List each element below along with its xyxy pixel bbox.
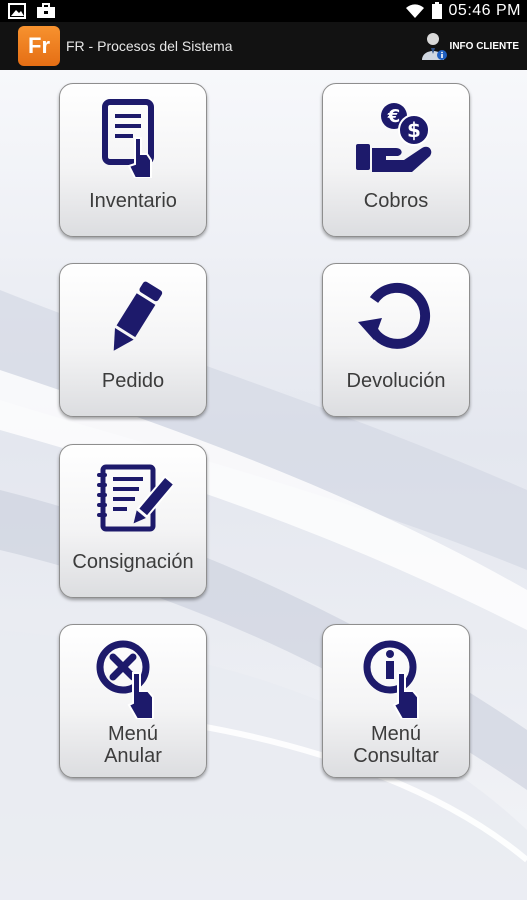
gallery-icon <box>8 3 26 19</box>
wifi-icon <box>405 4 424 18</box>
action-bar: Fr FR - Procesos del Sistema INFO CLIENT… <box>0 22 527 70</box>
cobros-button[interactable]: € $ Cobros <box>322 83 470 237</box>
app-title: FR - Procesos del Sistema <box>66 38 233 54</box>
notepad-pen-icon <box>97 464 173 532</box>
status-bar: 05:46 PM <box>0 0 527 22</box>
status-time: 05:46 PM <box>448 2 521 19</box>
inventario-button[interactable]: Inventario <box>59 83 207 237</box>
cobros-label: Cobros <box>363 190 429 212</box>
menu-anular-button[interactable]: Menú Anular <box>59 624 207 778</box>
menu-consultar-label: Menú Consultar <box>323 723 469 767</box>
inventario-label: Inventario <box>89 190 177 212</box>
menu-anular-label-line1: Menú <box>107 723 159 745</box>
pedido-label: Pedido <box>101 370 165 392</box>
return-arrow-icon <box>358 282 431 349</box>
menu-consultar-label-line1: Menú <box>370 723 422 745</box>
menu-consultar-button[interactable]: Menú Consultar <box>322 624 470 778</box>
menu-anular-label: Menú Anular <box>60 723 206 767</box>
user-info-icon <box>421 33 447 60</box>
consignacion-button[interactable]: Consignación <box>59 444 207 598</box>
menu-consultar-label-line2: Consultar <box>353 745 439 767</box>
svg-text:$: $ <box>407 118 421 142</box>
info-cliente-button[interactable]: INFO CLIENTE <box>420 30 519 62</box>
svg-text:€: € <box>387 106 401 127</box>
info-cliente-label: INFO CLIENTE <box>449 40 519 52</box>
devolucion-button[interactable]: Devolución <box>322 263 470 417</box>
pencil-icon <box>113 281 163 351</box>
money-hand-icon: € $ <box>356 103 432 172</box>
app-logo: Fr <box>18 26 60 66</box>
briefcase-icon <box>37 3 55 18</box>
devolucion-label: Devolución <box>346 370 446 392</box>
cancel-touch-icon <box>96 640 154 719</box>
battery-icon <box>431 2 442 19</box>
menu-anular-label-line2: Anular <box>104 745 162 767</box>
tablet-touch-icon <box>102 99 154 178</box>
consignacion-label: Consignación <box>72 551 194 573</box>
pedido-button[interactable]: Pedido <box>59 263 207 417</box>
info-touch-icon <box>363 640 419 719</box>
